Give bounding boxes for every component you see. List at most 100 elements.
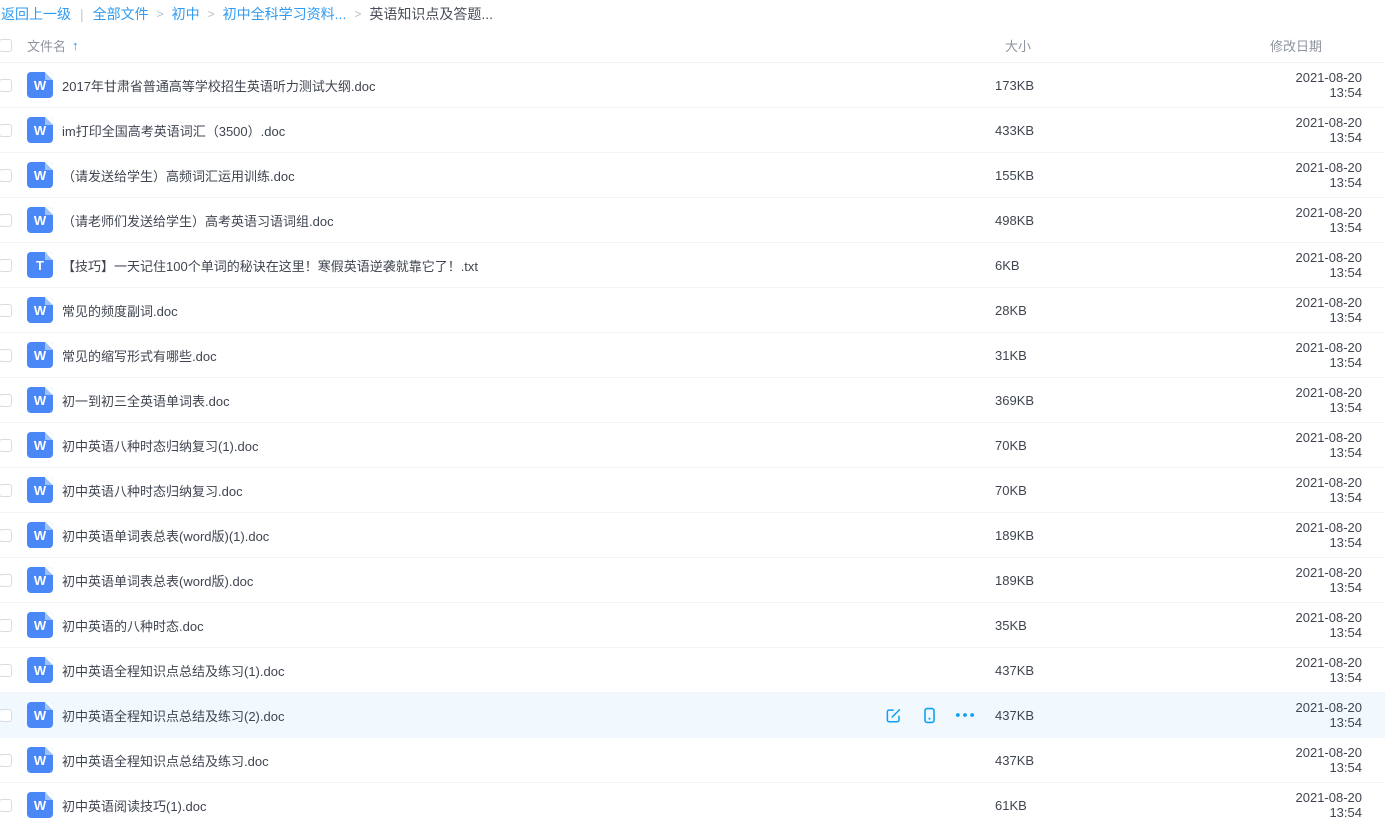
folded-corner (45, 477, 53, 485)
file-type-icon: W (27, 72, 53, 98)
table-row[interactable]: W 初中英语的八种时态.doc (0, 603, 1385, 648)
row-checkbox[interactable] (0, 214, 12, 227)
file-name-link[interactable]: 常见的缩写形式有哪些.doc (62, 349, 217, 364)
file-size: 498KB (995, 213, 1262, 228)
file-size: 173KB (995, 78, 1262, 93)
breadcrumb-link-study-materials[interactable]: 初中全科学习资料... (223, 4, 347, 24)
file-name-link[interactable]: 初中英语单词表总表(word版)(1).doc (62, 529, 269, 544)
file-date: 2021-08-20 13:54 (1262, 295, 1385, 325)
table-row[interactable]: W 初中英语全程知识点总结及练习(2).doc (0, 693, 1385, 738)
file-size: 28KB (995, 303, 1262, 318)
column-header-date[interactable]: 修改日期 (1262, 36, 1385, 55)
table-row[interactable]: W （请老师们发送给学生）高考英语习语词组.doc (0, 198, 1385, 243)
file-type-letter: W (34, 79, 46, 92)
table-row[interactable]: W 常见的缩写形式有哪些.doc (0, 333, 1385, 378)
breadcrumb-link-junior[interactable]: 初中 (172, 4, 200, 24)
row-checkbox[interactable] (0, 394, 12, 407)
file-list: W 2017年甘肃省普通高等学校招生英语听力测试大纲.doc (0, 63, 1385, 822)
table-row[interactable]: W 初中英语八种时态归纳复习(1).doc (0, 423, 1385, 468)
file-size: 35KB (995, 618, 1262, 633)
file-name-link[interactable]: 初中英语全程知识点总结及练习(2).doc (62, 709, 284, 724)
select-all-checkbox[interactable] (0, 39, 12, 52)
file-type-letter: W (34, 304, 46, 317)
row-checkbox[interactable] (0, 124, 12, 137)
file-type-icon: W (27, 702, 53, 728)
file-name-link[interactable]: 初中英语阅读技巧(1).doc (62, 799, 206, 814)
file-type-icon: W (27, 432, 53, 458)
file-name-link[interactable]: 初中英语单词表总表(word版).doc (62, 574, 253, 589)
file-type-letter: W (34, 799, 46, 812)
table-row[interactable]: W （请发送给学生）高频词汇运用训练.doc (0, 153, 1385, 198)
row-checkbox[interactable] (0, 574, 12, 587)
folded-corner (45, 432, 53, 440)
folded-corner (45, 162, 53, 170)
breadcrumb: 返回上一级 | 全部文件 > 初中 > 初中全科学习资料... > 英语知识点及… (0, 0, 1385, 28)
send-to-phone-button[interactable] (919, 706, 939, 724)
table-row[interactable]: W 初中英语全程知识点总结及练习(1).doc (0, 648, 1385, 693)
more-actions-button[interactable] (955, 706, 975, 724)
table-row[interactable]: T 【技巧】一天记住100个单词的秘诀在这里！寒假英语逆袭就靠它了！.txt (0, 243, 1385, 288)
file-type-letter: W (34, 169, 46, 182)
file-name-link[interactable]: 初中英语的八种时态.doc (62, 619, 204, 634)
row-actions (875, 706, 995, 724)
row-checkbox[interactable] (0, 754, 12, 767)
file-type-letter: W (34, 214, 46, 227)
file-name-link[interactable]: 初中英语全程知识点总结及练习(1).doc (62, 664, 284, 679)
file-name-link[interactable]: （请发送给学生）高频词汇运用训练.doc (62, 169, 295, 184)
sort-ascending-icon[interactable]: ↑ (72, 38, 79, 53)
table-row[interactable]: W 初中英语单词表总表(word版)(1).doc (0, 513, 1385, 558)
file-type-letter: T (36, 259, 44, 272)
table-row[interactable]: W 初中英语阅读技巧(1).doc (0, 783, 1385, 822)
folded-corner (45, 567, 53, 575)
row-checkbox[interactable] (0, 484, 12, 497)
row-checkbox[interactable] (0, 259, 12, 272)
file-name-link[interactable]: 2017年甘肃省普通高等学校招生英语听力测试大纲.doc (62, 79, 376, 94)
file-type-icon: W (27, 342, 53, 368)
file-name-link[interactable]: 【技巧】一天记住100个单词的秘诀在这里！寒假英语逆袭就靠它了！.txt (62, 259, 478, 274)
row-checkbox[interactable] (0, 304, 12, 317)
file-name-link[interactable]: 初中英语全程知识点总结及练习.doc (62, 754, 269, 769)
column-header-size[interactable]: 大小 (995, 36, 1262, 55)
row-checkbox[interactable] (0, 79, 12, 92)
file-type-icon: W (27, 792, 53, 818)
file-type-letter: W (34, 124, 46, 137)
file-type-icon: T (27, 252, 53, 278)
file-type-letter: W (34, 394, 46, 407)
back-to-parent-link[interactable]: 返回上一级 (1, 4, 71, 24)
folded-corner (45, 252, 53, 260)
table-row[interactable]: W 2017年甘肃省普通高等学校招生英语听力测试大纲.doc (0, 63, 1385, 108)
table-row[interactable]: W 初中英语全程知识点总结及练习.doc (0, 738, 1385, 783)
file-name-link[interactable]: 初一到初三全英语单词表.doc (62, 394, 230, 409)
file-name-link[interactable]: 初中英语八种时态归纳复习(1).doc (62, 439, 258, 454)
file-name-link[interactable]: 常见的频度副词.doc (62, 304, 178, 319)
file-name-link[interactable]: （请老师们发送给学生）高考英语习语词组.doc (62, 214, 334, 229)
row-checkbox[interactable] (0, 799, 12, 812)
file-date: 2021-08-20 13:54 (1262, 655, 1385, 685)
row-checkbox[interactable] (0, 529, 12, 542)
file-date: 2021-08-20 13:54 (1262, 700, 1385, 730)
table-row[interactable]: W 常见的频度副词.doc (0, 288, 1385, 333)
row-checkbox[interactable] (0, 664, 12, 677)
table-row[interactable]: W 初中英语八种时态归纳复习.doc (0, 468, 1385, 513)
file-date: 2021-08-20 13:54 (1262, 160, 1385, 190)
row-checkbox[interactable] (0, 619, 12, 632)
breadcrumb-chevron-icon: > (157, 7, 164, 21)
table-row[interactable]: W 初中英语单词表总表(word版).doc (0, 558, 1385, 603)
edit-button[interactable] (883, 706, 903, 724)
file-size: 369KB (995, 393, 1262, 408)
file-type-letter: W (34, 619, 46, 632)
row-checkbox[interactable] (0, 169, 12, 182)
file-name-link[interactable]: im打印全国高考英语词汇（3500）.doc (62, 124, 285, 139)
folded-corner (45, 522, 53, 530)
column-header-name[interactable]: 文件名 ↑ (27, 36, 995, 55)
breadcrumb-link-all-files[interactable]: 全部文件 (93, 4, 149, 24)
file-type-icon: W (27, 567, 53, 593)
row-checkbox[interactable] (0, 709, 12, 722)
file-name-link[interactable]: 初中英语八种时态归纳复习.doc (62, 484, 243, 499)
table-row[interactable]: W 初一到初三全英语单词表.doc (0, 378, 1385, 423)
row-checkbox[interactable] (0, 349, 12, 362)
table-row[interactable]: W im打印全国高考英语词汇（3500）.doc (0, 108, 1385, 153)
row-checkbox[interactable] (0, 439, 12, 452)
file-size: 437KB (995, 753, 1262, 768)
file-type-letter: W (34, 529, 46, 542)
